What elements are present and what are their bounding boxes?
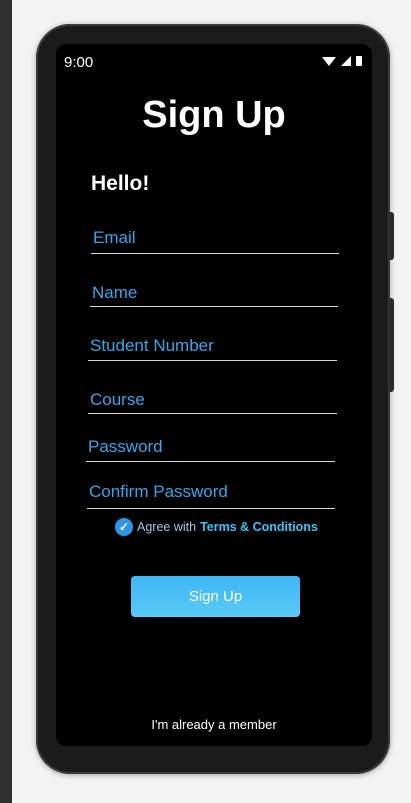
course-field[interactable]: Course <box>88 386 337 414</box>
course-field-label: Course <box>90 390 145 409</box>
greeting-text: Hello! <box>91 172 150 195</box>
terms-agreement: ✓ Agree with Terms & Conditions <box>115 518 318 536</box>
confirm-password-field[interactable]: Confirm Password <box>87 477 335 509</box>
power-button <box>389 212 394 260</box>
sign-up-button[interactable]: Sign Up <box>131 576 300 617</box>
status-time: 9:00 <box>64 54 94 71</box>
email-field[interactable]: Email <box>91 224 339 254</box>
phone-screen: 9:00 Sign Up Hello! Email Name Student N… <box>56 44 372 746</box>
student-number-field[interactable]: Student Number <box>88 332 337 361</box>
confirm-password-field-label: Confirm Password <box>89 482 228 501</box>
status-icons <box>322 56 362 66</box>
volume-button <box>389 298 394 392</box>
name-field-label: Name <box>92 283 138 302</box>
signal-icon <box>341 56 351 66</box>
student-number-field-label: Student Number <box>90 336 214 355</box>
page-title: Sign Up <box>142 94 286 136</box>
agree-checkbox[interactable]: ✓ <box>115 518 133 536</box>
background-strip <box>0 0 12 803</box>
battery-icon <box>356 56 362 66</box>
wifi-icon <box>322 56 336 66</box>
agree-text: Agree with <box>137 520 197 534</box>
terms-link[interactable]: Terms & Conditions <box>200 520 318 534</box>
password-field-label: Password <box>88 437 163 456</box>
name-field[interactable]: Name <box>90 279 338 307</box>
password-field[interactable]: Password <box>86 433 335 462</box>
already-member-link[interactable]: I'm already a member <box>56 717 372 732</box>
email-field-label: Email <box>93 228 136 247</box>
